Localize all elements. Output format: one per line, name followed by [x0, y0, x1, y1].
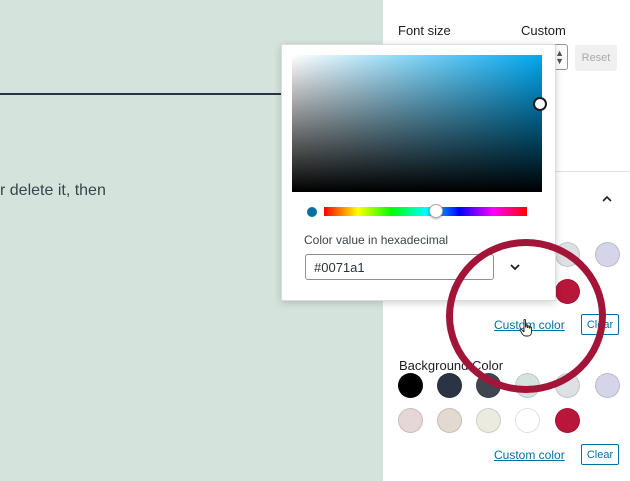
color-format-toggle-button[interactable] — [507, 259, 523, 275]
background-color-swatch[interactable] — [476, 408, 501, 433]
background-color-swatch[interactable] — [437, 373, 462, 398]
hex-value-input[interactable] — [305, 254, 494, 280]
background-color-swatch[interactable] — [398, 373, 423, 398]
reset-button[interactable]: Reset — [575, 45, 617, 71]
color-picker-popover: Color value in hexadecimal — [281, 44, 556, 301]
text-clear-button[interactable]: Clear — [581, 314, 619, 335]
saturation-handle[interactable] — [533, 97, 547, 111]
paragraph-text[interactable]: r delete it, then — [0, 182, 106, 200]
background-color-swatch[interactable] — [398, 408, 423, 433]
text-color-swatch[interactable] — [555, 242, 580, 267]
background-color-swatch[interactable] — [437, 408, 462, 433]
background-color-swatch[interactable] — [555, 408, 580, 433]
hand-pointer-icon — [519, 319, 532, 337]
text-color-swatch[interactable] — [555, 279, 580, 304]
background-custom-color-link[interactable]: Custom color — [494, 448, 565, 462]
chevron-down-icon — [510, 264, 520, 271]
hex-value-label: Color value in hexadecimal — [304, 233, 449, 247]
background-clear-button[interactable]: Clear — [581, 444, 619, 465]
saturation-picker[interactable] — [292, 55, 542, 192]
chevron-up-icon[interactable] — [601, 193, 613, 205]
hue-slider-handle[interactable] — [429, 204, 443, 218]
color-preview-swatch — [307, 207, 317, 217]
background-color-swatch[interactable] — [555, 373, 580, 398]
text-color-swatch[interactable] — [595, 242, 620, 267]
background-color-swatch[interactable] — [515, 373, 540, 398]
custom-size-label: Custom — [521, 23, 566, 38]
background-color-swatch[interactable] — [515, 408, 540, 433]
hue-slider[interactable] — [324, 207, 527, 216]
stepper-arrows-icon[interactable]: ▲ ▼ — [555, 49, 564, 66]
background-color-label: Background Color — [399, 358, 504, 373]
background-color-swatch[interactable] — [595, 373, 620, 398]
background-color-swatch[interactable] — [476, 373, 501, 398]
font-size-label: Font size — [398, 23, 451, 38]
